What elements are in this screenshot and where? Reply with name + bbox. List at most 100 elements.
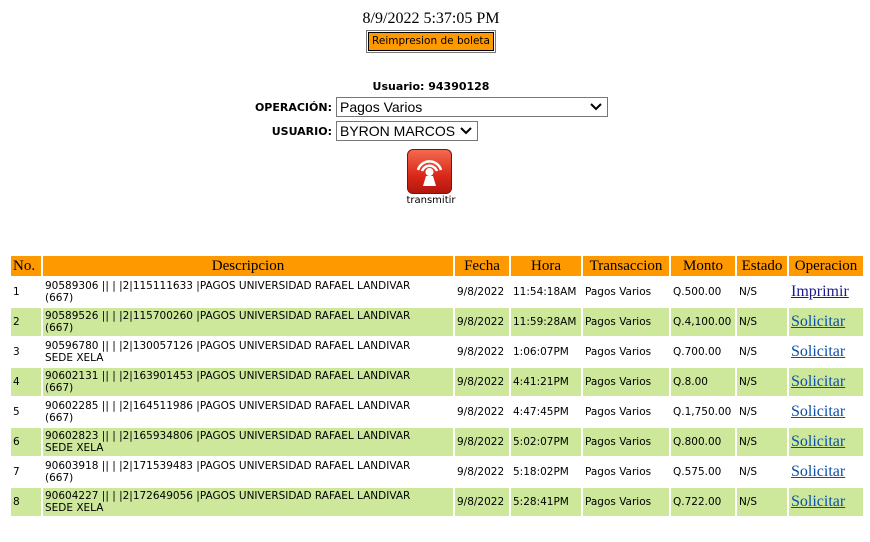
solicitar-link[interactable]: Solicitar [791,403,845,420]
row-fecha: 9/8/2022 [455,488,509,516]
row-no: 5 [13,406,20,418]
desc-line: 90589526 || | |2|115700260 |PAGOS UNIVER… [45,310,411,322]
operacion-label: OPERACIÓN: [254,101,332,114]
row-monto: Q.800.00 [671,428,735,456]
transmit-icon[interactable] [407,149,452,194]
row-estado: N/S [737,428,787,456]
row-operacion: Solicitar [789,428,863,456]
row-monto: Q.4,100.00 [671,308,735,336]
row-hora: 1:06:07PM [513,346,569,358]
row-fecha: 9/8/2022 [457,286,505,298]
row-transaccion: Pagos Varios [583,428,669,456]
desc-line: (667) [45,322,74,334]
row-estado: N/S [739,466,758,478]
row-monto: Q.1,750.00 [673,406,732,418]
desc-line: 90603918 || | |2|171539483 |PAGOS UNIVER… [45,460,411,472]
row-monto: Q.575.00 [673,466,722,478]
row-descripcion: 90602823 || | |2|165934806 |PAGOS UNIVER… [43,428,453,456]
desc-line: (667) [45,472,74,484]
table-row: 3 90596780 || | |2|130057126 |PAGOS UNIV… [11,338,863,366]
solicitar-link[interactable]: Solicitar [791,433,845,450]
row-estado: N/S [737,488,787,516]
row-operacion: Imprimir [789,278,863,306]
row-descripcion: 90604227 || | |2|172649056 |PAGOS UNIVER… [43,488,453,516]
row-operacion: Solicitar [789,488,863,516]
row-estado: N/S [739,286,758,298]
desc-line: 90604227 || | |2|172649056 |PAGOS UNIVER… [45,490,411,502]
row-estado: N/S [739,406,758,418]
row-fecha: 9/8/2022 [457,406,505,418]
row-hora: 4:41:21PM [511,368,581,396]
row-descripcion: 90602131 || | |2|163901453 |PAGOS UNIVER… [43,368,453,396]
row-monto: Q.8.00 [671,368,735,396]
desc-line: 90602131 || | |2|163901453 |PAGOS UNIVER… [45,370,411,382]
row-monto: Q.500.00 [673,286,722,298]
row-no: 6 [11,428,41,456]
row-transaccion: Pagos Varios [583,488,669,516]
col-monto: Monto [671,256,735,276]
row-monto: Q.700.00 [673,346,722,358]
row-descripcion: 90602285 || | |2|164511986 |PAGOS UNIVER… [43,398,453,426]
row-hora: 5:02:07PM [511,428,581,456]
chevron-down-icon [460,127,472,135]
desc-line: (667) [45,412,74,424]
desc-line: (667) [45,382,74,394]
table-row: 1 90589306 || | |2|115111633 |PAGOS UNIV… [11,278,863,306]
desc-line: SEDE XELA [45,442,104,454]
desc-line: SEDE XELA [45,502,104,514]
row-transaccion: Pagos Varios [585,466,652,478]
row-fecha: 9/8/2022 [455,428,509,456]
table-row: 8 90604227 || | |2|172649056 |PAGOS UNIV… [11,488,863,516]
row-estado: N/S [739,346,758,358]
row-transaccion: Pagos Varios [583,368,669,396]
row-hora: 4:47:45PM [513,406,569,418]
row-operacion: Solicitar [789,398,863,426]
row-transaccion: Pagos Varios [585,346,652,358]
table-row: 2 90589526 || | |2|115700260 |PAGOS UNIV… [11,308,863,336]
table-row: 4 90602131 || | |2|163901453 |PAGOS UNIV… [11,368,863,396]
usuario-id: Usuario: 94390128 [372,80,490,93]
row-no: 4 [11,368,41,396]
desc-line: 90602285 || | |2|164511986 |PAGOS UNIVER… [45,400,411,412]
col-fecha: Fecha [455,256,509,276]
row-hora: 5:28:41PM [511,488,581,516]
row-no: 1 [13,286,20,298]
col-hora: Hora [511,256,581,276]
desc-line: SEDE XELA [45,352,104,364]
solicitar-link[interactable]: Solicitar [791,343,845,360]
usuario-label: USUARIO: [271,125,332,138]
col-no: No. [11,256,41,276]
reprint-button[interactable]: Reimpresion de boleta [368,32,494,51]
row-transaccion: Pagos Varios [583,308,669,336]
col-estado: Estado [737,256,787,276]
operacion-value: Pagos Varios [340,99,423,115]
row-transaccion: Pagos Varios [585,286,652,298]
desc-line: 90589306 || | |2|115111633 |PAGOS UNIVER… [45,280,411,292]
col-descripcion: Descripcion [43,256,453,276]
row-operacion: Solicitar [789,308,863,336]
desc-line: (667) [45,292,74,304]
row-descripcion: 90603918 || | |2|171539483 |PAGOS UNIVER… [43,458,453,486]
usuario-select[interactable]: BYRON MARCOS [336,121,478,141]
solicitar-link[interactable]: Solicitar [791,493,845,510]
solicitar-link[interactable]: Solicitar [791,373,845,390]
datetime-display: 8/9/2022 5:37:05 PM [362,10,500,27]
solicitar-link[interactable]: Solicitar [791,313,845,330]
transmit-label: transmitir [406,195,456,206]
row-no: 7 [13,466,20,478]
col-operacion: Operacion [789,256,863,276]
imprimir-link[interactable]: Imprimir [791,283,849,300]
row-descripcion: 90589306 || | |2|115111633 |PAGOS UNIVER… [43,278,453,306]
transactions-table: No. Descripcion Fecha Hora Transaccion M… [9,254,865,518]
row-no: 8 [11,488,41,516]
usuario-value: BYRON MARCOS [340,123,456,139]
row-fecha: 9/8/2022 [457,466,505,478]
row-no: 3 [13,346,20,358]
row-operacion: Solicitar [789,458,863,486]
desc-line: 90602823 || | |2|165934806 |PAGOS UNIVER… [45,430,411,442]
desc-line: 90596780 || | |2|130057126 |PAGOS UNIVER… [45,340,411,352]
table-header-row: No. Descripcion Fecha Hora Transaccion M… [11,256,863,276]
row-fecha: 9/8/2022 [455,308,509,336]
solicitar-link[interactable]: Solicitar [791,463,845,480]
operacion-select[interactable]: Pagos Varios [336,97,608,117]
